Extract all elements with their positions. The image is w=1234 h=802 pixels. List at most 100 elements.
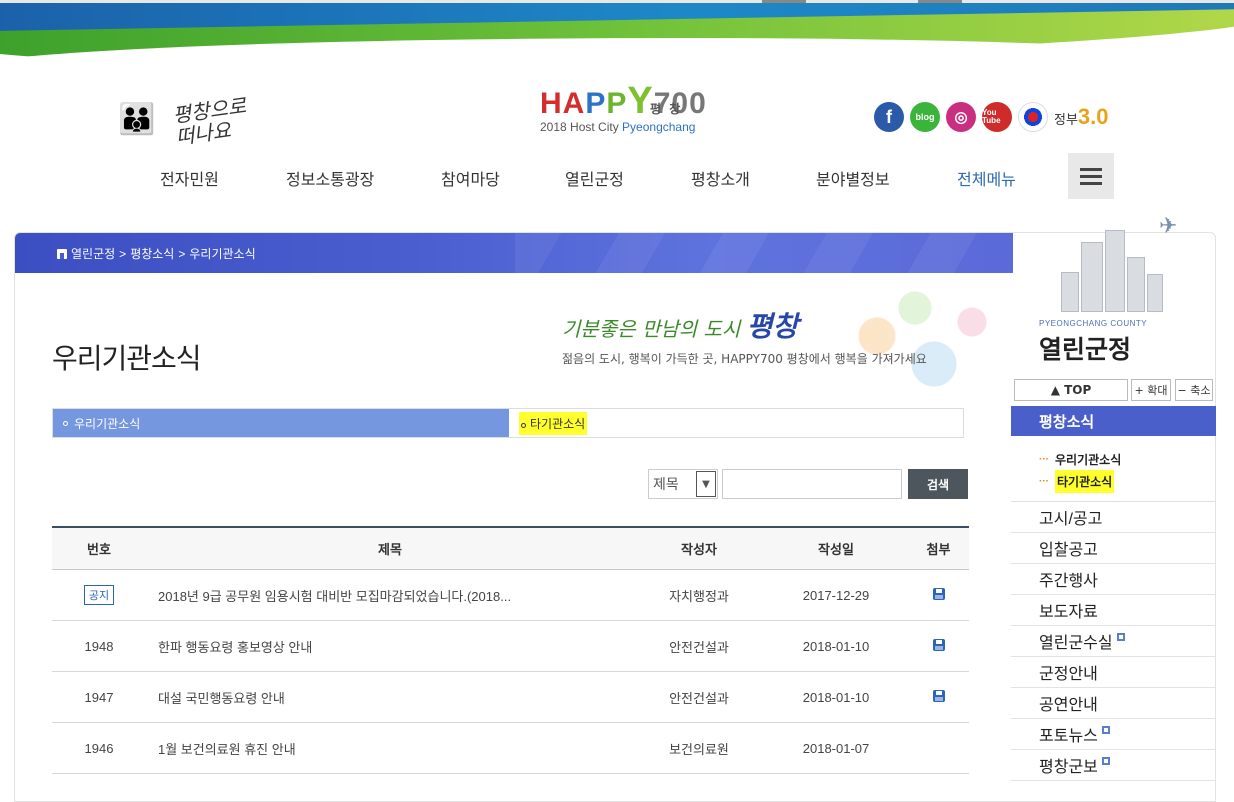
search-input[interactable] [722,469,902,499]
search-field-select[interactable]: 제목 ▼ [648,469,718,499]
post-title-link[interactable]: 1월 보건의료원 휴진 안내 [146,739,634,758]
sns-links: f blog ◎ You Tube 정부3.0 [874,102,1109,132]
external-link-icon [1116,633,1125,641]
travel-logo-text: 평창으로 떠나요 [171,93,248,150]
sidebar-subitem-our-news[interactable]: ··· 우리기관소식 [1011,448,1216,470]
external-link-icon [1101,757,1110,765]
host-city-tagline: 2018 Host City Pyeongchang [540,120,696,134]
sub-tabs: 우리기관소식 타기관소식 [52,408,964,438]
post-title-link[interactable]: 대설 국민행동요령 안내 [146,688,634,707]
nav-item-field-info[interactable]: 분야별정보 [816,166,890,190]
sidebar-menu: 고시/공고 입찰공고 주간행사 보도자료 열린군수실 군정안내 공연안내 포토뉴… [1011,502,1216,781]
bullet-icon [521,422,526,428]
top-banner-wave [0,0,1234,60]
col-date: 작성일 [818,542,854,557]
search-button[interactable]: 검색 [908,469,968,499]
breadcrumb-sep: > [119,246,127,261]
breadcrumb: 열린군정 > 평창소식 > 우리기관소식 [57,245,256,262]
gov30-logo[interactable]: 정부3.0 [1054,104,1109,130]
post-writer: 안전건설과 [669,690,729,706]
breadcrumb-sep: > [178,246,186,261]
sidebar: ✈ PYEONGCHANG COUNTY 열린군정 ▲ TOP + 확대 − 축… [1011,214,1216,802]
col-title: 제목 [378,542,402,557]
table-row: 1946 1월 보건의료원 휴진 안내 보건의료원 2018-01-07 [52,723,969,774]
sidebar-item-weekly[interactable]: 주간행사 [1011,564,1216,595]
sidebar-item-governor[interactable]: 열린군수실 [1011,626,1216,657]
nav-item-open-admin[interactable]: 열린군정 [565,166,624,190]
sidebar-current-menu[interactable]: 평창소식 [1011,406,1216,436]
city-illustration: ✈ [1041,202,1191,322]
col-writer: 작성자 [681,542,717,557]
facebook-icon[interactable]: f [874,102,904,132]
post-date: 2017-12-29 [802,587,870,603]
external-link-icon [1101,726,1110,734]
post-date: 2018-01-10 [802,638,870,654]
zoom-in-button[interactable]: + 확대 [1131,379,1171,401]
breadcrumb-item[interactable]: 우리기관소식 [189,245,255,262]
zoom-out-button[interactable]: − 축소 [1175,379,1213,401]
table-header: 번호 제목 작성자 작성일 첨부 [52,528,969,570]
hamburger-menu-icon[interactable] [1068,153,1114,199]
post-no: 1946 [84,740,114,756]
travel-logo[interactable]: 👪 평창으로 떠나요 [118,94,268,152]
sidebar-item-performance[interactable]: 공연안내 [1011,688,1216,719]
top-utility-strip [0,0,1234,3]
instagram-icon[interactable]: ◎ [946,102,976,132]
family-icon: 👪 [118,102,156,137]
county-label: PYEONGCHANG COUNTY [1039,319,1148,328]
section-title: 열린군정 [1039,336,1132,364]
airplane-icon: ✈ [1159,214,1178,239]
city-slogan: 기분좋은 만남의 도시 평창 [562,310,799,343]
notice-badge: 공지 [83,585,115,605]
post-no: 1947 [84,689,114,705]
col-file: 첨부 [926,542,951,557]
logo-korean: 평 창 [650,102,683,116]
attachment-icon[interactable] [932,689,945,702]
post-writer: 자치행정과 [669,588,729,604]
attachment-icon[interactable] [932,638,945,651]
home-icon[interactable] [57,248,67,259]
youtube-icon[interactable]: You Tube [982,102,1012,132]
korea-flag-icon[interactable] [1018,102,1048,132]
top-button[interactable]: ▲ TOP [1014,379,1128,401]
post-writer: 보건의료원 [669,741,729,757]
table-row: 1948 한파 행동요령 홍보영상 안내 안전건설과 2018-01-10 [52,621,969,672]
bullet-icon [63,420,68,426]
location-bar: 열린군정 > 평창소식 > 우리기관소식 [15,233,1013,273]
nav-item-all-menu[interactable]: 전체메뉴 [957,166,1016,190]
post-writer: 안전건설과 [669,639,729,655]
blog-icon[interactable]: blog [910,102,940,132]
nav-item-participation[interactable]: 참여마당 [441,166,500,190]
sidebar-item-bid[interactable]: 입찰공고 [1011,533,1216,564]
tab-our-news[interactable]: 우리기관소식 [53,409,509,437]
board-table: 번호 제목 작성자 작성일 첨부 공지 2018년 9급 공무원 임용시험 대비… [52,526,969,774]
table-row: 공지 2018년 9급 공무원 임용시험 대비반 모집마감되었습니다.(2018… [52,570,969,621]
nav-item-info-plaza[interactable]: 정보소통광장 [286,166,374,190]
post-date: 2018-01-07 [802,740,870,756]
site-logo[interactable]: HAPPY700 평 창 2018 Host City Pyeongchang [538,52,706,138]
table-row: 1947 대설 국민행동요령 안내 안전건설과 2018-01-10 [52,672,969,723]
nav-item-about[interactable]: 평창소개 [691,166,750,190]
post-date: 2018-01-10 [802,689,870,705]
global-nav: 전자민원 정보소통광장 참여마당 열린군정 평창소개 분야별정보 전체메뉴 [0,152,1234,202]
attachment-icon[interactable] [932,587,945,600]
col-no: 번호 [87,542,111,557]
post-title-link[interactable]: 한파 행동요령 홍보영상 안내 [146,637,634,656]
sidebar-submenu: ··· 우리기관소식 ··· 타기관소식 [1011,436,1216,502]
sidebar-item-photo-news[interactable]: 포토뉴스 [1011,719,1216,750]
sidebar-subitem-other-news[interactable]: ··· 타기관소식 [1011,469,1216,493]
page-title: 우리기관소식 [52,343,202,374]
post-title-link[interactable]: 2018년 9급 공무원 임용시험 대비반 모집마감되었습니다.(2018... [146,586,634,605]
city-slogan-sub: 젊음의 도시, 행복이 가득한 곳, HAPPY700 평창에서 행복을 가져가… [562,352,927,366]
sidebar-item-notice[interactable]: 고시/공고 [1011,502,1216,533]
sidebar-item-press[interactable]: 보도자료 [1011,595,1216,626]
sidebar-item-admin-guide[interactable]: 군정안내 [1011,657,1216,688]
sidebar-item-gazette[interactable]: 평창군보 [1011,750,1216,781]
search-bar: 제목 ▼ 검색 [648,469,968,499]
nav-item-e-civil[interactable]: 전자민원 [160,166,219,190]
breadcrumb-item[interactable]: 열린군정 [71,245,115,262]
chevron-down-icon: ▼ [696,471,716,497]
post-no: 1948 [84,638,114,654]
breadcrumb-item[interactable]: 평창소식 [130,245,174,262]
tab-other-news[interactable]: 타기관소식 [509,409,963,437]
